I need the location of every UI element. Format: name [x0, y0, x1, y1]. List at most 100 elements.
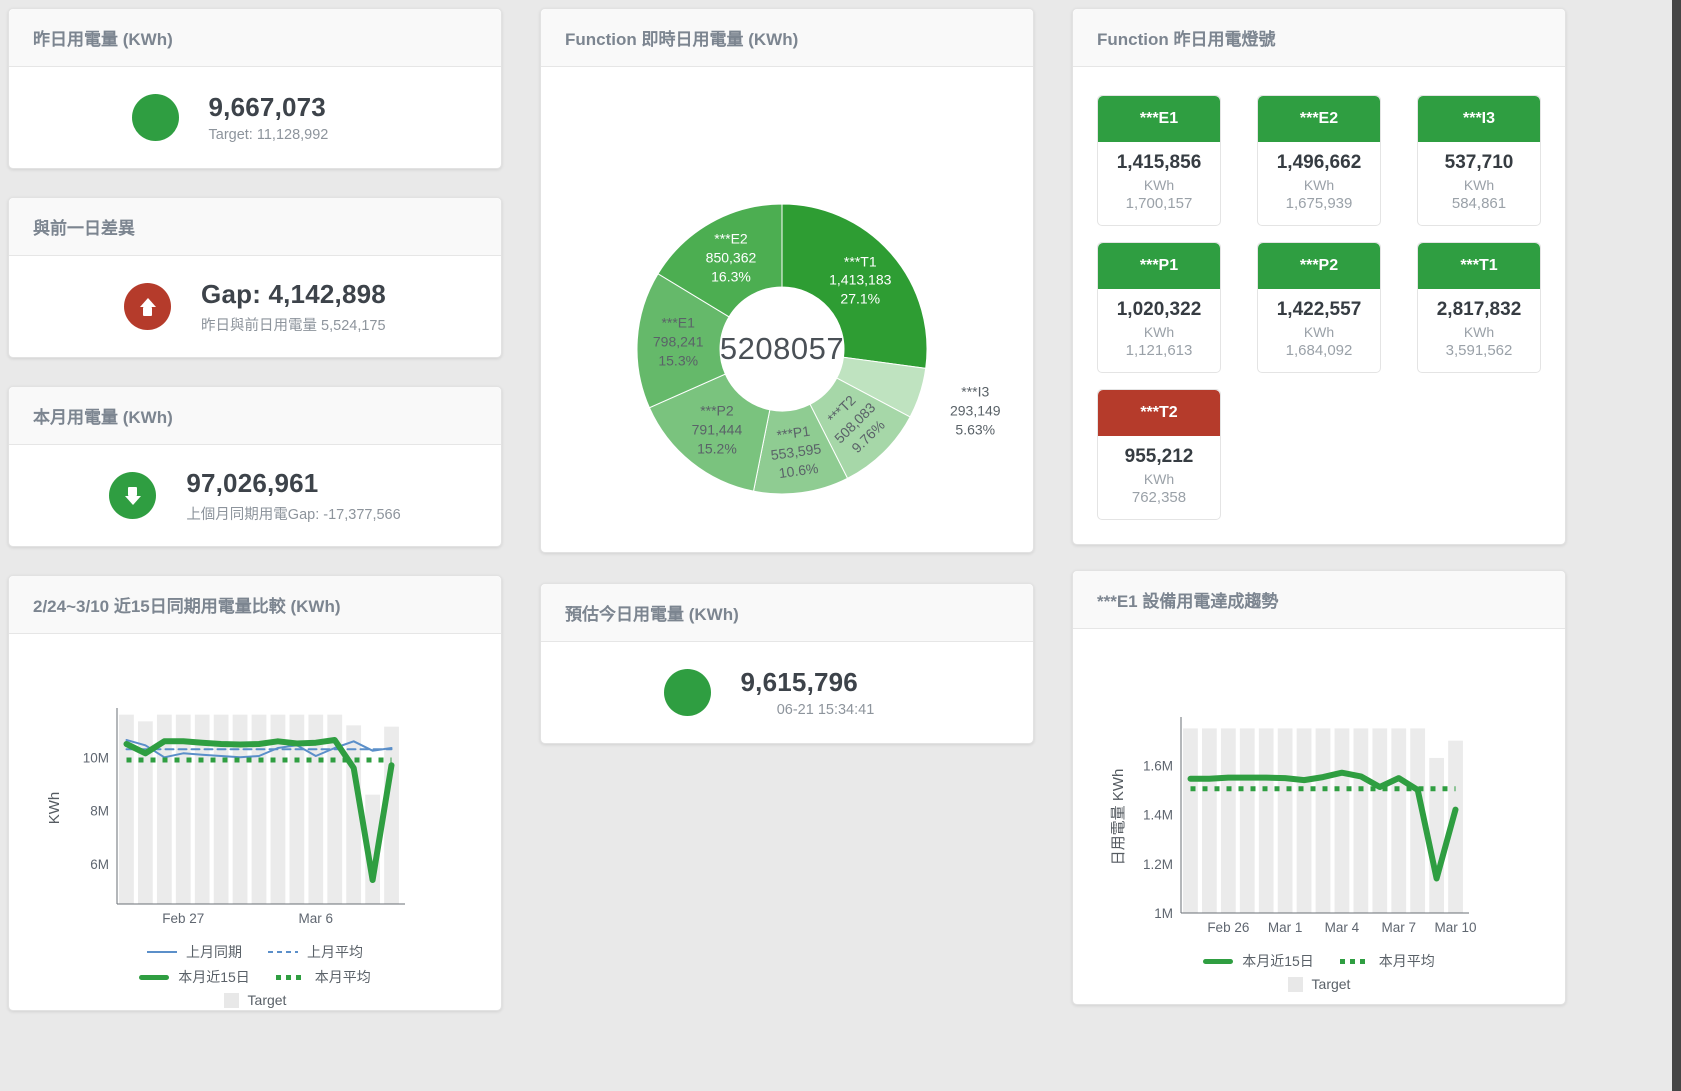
- legend-label: 本月近15日: [178, 967, 250, 987]
- light-card-target: 1,675,939: [1262, 195, 1376, 212]
- svg-text:1M: 1M: [1154, 906, 1173, 921]
- legend-label: 上月平均: [307, 942, 363, 962]
- light-card-unit: KWh: [1262, 324, 1376, 340]
- status-circle-icon: [664, 669, 711, 716]
- light-card-name: ***P2: [1258, 243, 1380, 289]
- legend-label: 本月平均: [1379, 951, 1435, 971]
- light-card-value: 1,415,856: [1102, 152, 1216, 174]
- legend-item[interactable]: 本月平均: [1340, 951, 1435, 971]
- light-card-unit: KWh: [1102, 324, 1216, 340]
- svg-text:6M: 6M: [90, 857, 109, 872]
- donut-center-total: 5208057: [720, 331, 844, 367]
- svg-text:10M: 10M: [83, 750, 109, 765]
- light-card-target: 3,591,562: [1422, 342, 1536, 359]
- light-card-name: ***E1: [1098, 96, 1220, 142]
- legend-item[interactable]: Target: [224, 992, 287, 1008]
- light-card-value: 2,817,832: [1422, 299, 1536, 321]
- right-column: Function 昨日用電燈號 ***E1 1,415,856 KWh 1,700,1…: [1072, 8, 1566, 1011]
- light-card: ***E11,415,856KWh1,700,157: [1097, 95, 1221, 226]
- svg-text:日用電量 KWh: 日用電量 KWh: [1110, 769, 1127, 866]
- legend-item[interactable]: 本月近15日: [1203, 951, 1314, 971]
- light-card-name: ***T1: [1418, 243, 1540, 289]
- svg-text:Mar 1: Mar 1: [1268, 920, 1303, 935]
- svg-text:Mar 10: Mar 10: [1435, 920, 1477, 935]
- comparison-chart[interactable]: 6M8M10MFeb 27Mar 6KWh上月同期上月平均本月近15日本月平均T…: [25, 686, 485, 1008]
- panel-title: 與前一日差異: [9, 198, 501, 256]
- panel-title: ***E1 設備用電達成趨勢: [1073, 571, 1565, 629]
- legend-item[interactable]: 上月平均: [268, 942, 363, 962]
- kpi-panel-forecast: 預估今日用電量 (KWh) 9,615,796 06-21 15:34:41: [540, 583, 1034, 744]
- legend-swatch-icon: [1340, 959, 1370, 964]
- light-card-value: 1,020,322: [1102, 299, 1216, 321]
- chart-legend: 本月近15日 本月平均 Target: [1203, 951, 1435, 992]
- legend-label: 本月平均: [315, 967, 371, 987]
- donut-slice-label: ***E2850,36216.3%: [706, 230, 757, 287]
- e1_trend-svg[interactable]: 1M1.2M1.4M1.6MFeb 26Mar 1Mar 4Mar 7Mar 1…: [1089, 695, 1549, 947]
- kpi-sub: 昨日與前日用電量 5,524,175: [201, 314, 386, 335]
- dashboard: 昨日用電量 (KWh) 9,667,073 Target: 11,128,992…: [0, 0, 1681, 1091]
- legend-label: Target: [1312, 976, 1351, 992]
- svg-text:Feb 26: Feb 26: [1207, 920, 1249, 935]
- svg-text:1.2M: 1.2M: [1143, 857, 1173, 872]
- legend-swatch-icon: [224, 993, 239, 1008]
- light-card-target: 1,700,157: [1102, 195, 1216, 212]
- svg-text:1.6M: 1.6M: [1143, 758, 1173, 773]
- legend-swatch-icon: [268, 951, 298, 953]
- light-card: ***I3537,710KWh584,861: [1417, 95, 1541, 226]
- left-column: 昨日用電量 (KWh) 9,667,073 Target: 11,128,992…: [8, 8, 502, 1011]
- vertical-scrollbar[interactable]: [1672, 0, 1681, 1091]
- legend-label: 本月近15日: [1242, 951, 1314, 971]
- donut-slice-label: ***P1553,59510.6%: [767, 421, 825, 484]
- legend-label: Target: [248, 992, 287, 1008]
- kpi-panel-yesterday: 昨日用電量 (KWh) 9,667,073 Target: 11,128,992: [8, 8, 502, 169]
- light-card-name: ***I3: [1418, 96, 1540, 142]
- kpi-sub: 06-21 15:34:41: [741, 702, 911, 718]
- light-card: ***T2955,212KWh762,358: [1097, 389, 1221, 520]
- light-card-name: ***E2: [1258, 96, 1380, 142]
- svg-text:Feb 27: Feb 27: [162, 911, 204, 926]
- legend-swatch-icon: [1288, 977, 1303, 992]
- light-card: ***E21,496,662KWh1,675,939: [1257, 95, 1381, 226]
- light-card-target: 584,861: [1422, 195, 1536, 212]
- legend-label: 上月同期: [186, 942, 242, 962]
- donut-slice-label: ***I3293,1495.63%: [950, 383, 1001, 440]
- kpi-value: 97,026,961: [186, 468, 400, 499]
- light-card-unit: KWh: [1422, 324, 1536, 340]
- light-card: ***P1 1,020,322 KWh 1,121,613: [1097, 242, 1221, 373]
- kpi-sub: 上個月同期用電Gap: -17,377,566: [186, 503, 400, 524]
- e1-trend-panel: ***E1 設備用電達成趨勢 1M 1.2M 1.4M 1.6M Feb 26 Mar 1…: [1072, 570, 1566, 1005]
- panel-title: Function 昨日用電燈號: [1073, 9, 1565, 67]
- light-card-value: 1,422,557: [1262, 299, 1376, 321]
- chart-legend: 上月同期 上月平均本月近15日 本月平均 Target: [139, 942, 371, 1008]
- e1-trend-chart[interactable]: 1M1.2M1.4M1.6MFeb 26Mar 1Mar 4Mar 7Mar 1…: [1089, 695, 1549, 992]
- panel-title: Function 即時日用電量 (KWh): [541, 9, 1033, 67]
- light-card: ***T1 2,817,832 KWh 3,591,562: [1417, 242, 1541, 373]
- svg-text:1.4M: 1.4M: [1143, 808, 1173, 823]
- light-card-name: ***P1: [1098, 243, 1220, 289]
- comparison-chart-panel: 2/24~3/10 近15日同期用電量比較 (KWh) 6M8M10MFeb 2…: [8, 575, 502, 1011]
- light-card-unit: KWh: [1422, 177, 1536, 193]
- arrow-down-icon: [109, 472, 156, 519]
- legend-swatch-icon: [276, 975, 306, 980]
- legend-item[interactable]: 本月近15日: [139, 967, 250, 987]
- legend-item[interactable]: Target: [1288, 976, 1351, 992]
- legend-item[interactable]: 本月平均: [276, 967, 371, 987]
- light-card-target: 1,684,092: [1262, 342, 1376, 359]
- panel-title: 預估今日用電量 (KWh): [541, 584, 1033, 642]
- lights-grid: ***E11,415,856KWh1,700,157***E21,496,662…: [1073, 67, 1565, 548]
- light-card-name: ***T2: [1098, 390, 1220, 436]
- light-card-value: 955,212: [1102, 446, 1216, 468]
- light-card-unit: KWh: [1262, 177, 1376, 193]
- legend-item[interactable]: 上月同期: [147, 942, 242, 962]
- svg-text:KWh: KWh: [46, 792, 63, 825]
- legend-swatch-icon: [139, 975, 169, 980]
- legend-swatch-icon: [1203, 959, 1233, 964]
- donut-chart[interactable]: ***T11,413,18327.1%***I3293,1495.63%***T…: [557, 179, 1017, 524]
- kpi-value: 9,667,073: [209, 92, 379, 123]
- light-card-unit: KWh: [1102, 471, 1216, 487]
- status-circle-icon: [132, 94, 179, 141]
- svg-text:Mar 4: Mar 4: [1325, 920, 1360, 935]
- comparison-svg[interactable]: 6M8M10MFeb 27Mar 6KWh: [25, 686, 485, 938]
- light-card-target: 1,121,613: [1102, 342, 1216, 359]
- kpi-panel-month: 本月用電量 (KWh) 97,026,961 上個月同期用電Gap: -17,3…: [8, 386, 502, 547]
